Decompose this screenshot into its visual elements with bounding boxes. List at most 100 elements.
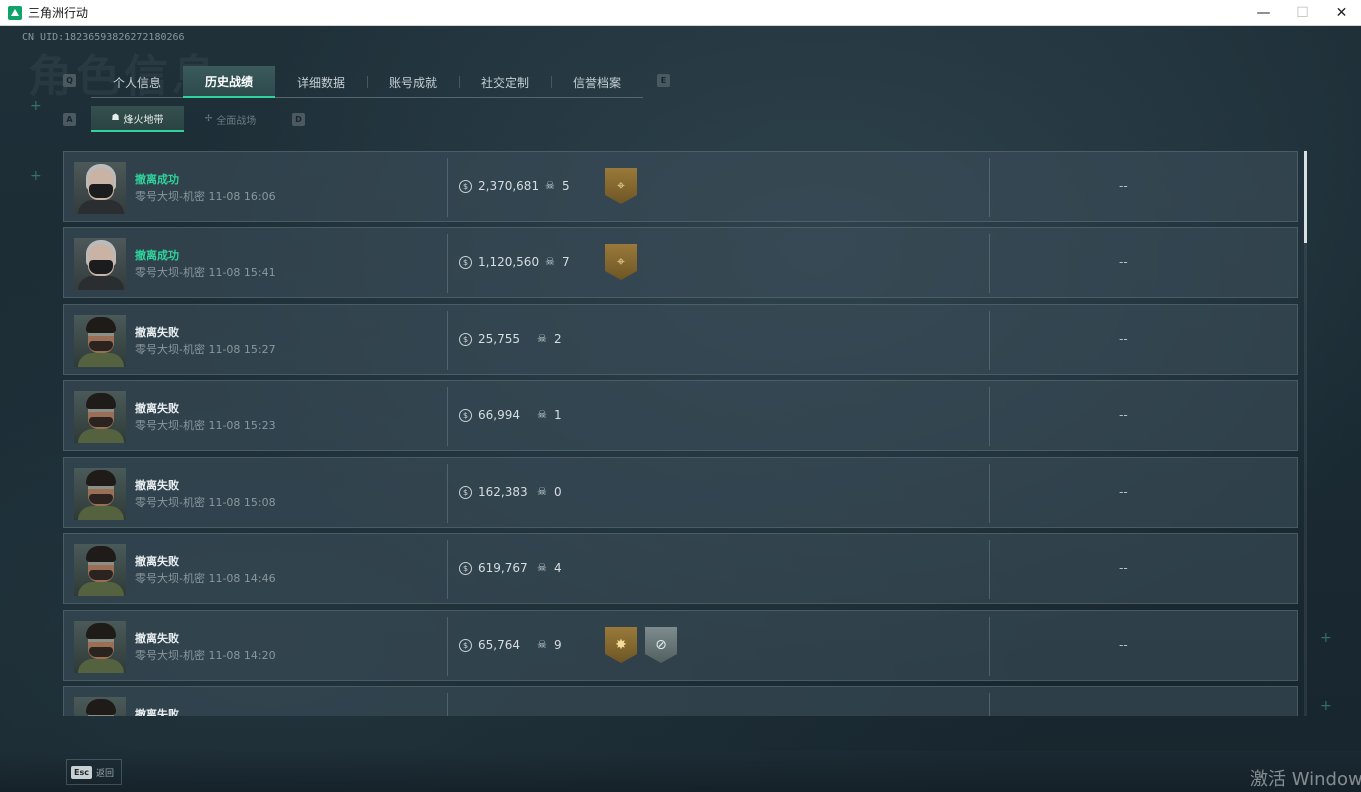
- operator-avatar: [74, 697, 126, 716]
- star-burst-medal-icon[interactable]: ✸: [605, 627, 637, 663]
- kill-count: 2: [554, 332, 562, 346]
- skull-icon: ☠: [545, 255, 555, 268]
- window-titlebar: 三角洲行动 — ☐ ✕: [0, 0, 1361, 26]
- column-divider: [447, 617, 448, 676]
- match-record-row[interactable]: 撤离失败 零号大坝-机密 11-08 15:08 $ 162,383 ☠ 0 -…: [63, 457, 1298, 528]
- match-history-list[interactable]: 撤离成功 零号大坝-机密 11-08 16:06 $ 2,370,681 ☠ 5…: [63, 151, 1298, 716]
- column-divider: [989, 464, 990, 523]
- skull-icon: ☠: [545, 179, 555, 192]
- loot-value: 162,383: [478, 485, 528, 499]
- column-divider: [989, 693, 990, 716]
- loot-value: 66,994: [478, 408, 520, 422]
- column-divider: [447, 693, 448, 716]
- loot-value: 65,764: [478, 638, 520, 652]
- extraction-status: 撤离失败: [135, 326, 179, 339]
- crosshair-medal-icon[interactable]: ⌖: [605, 244, 637, 280]
- tab-match-history[interactable]: 历史战绩: [183, 66, 275, 98]
- kill-count: 7: [562, 255, 570, 269]
- key-hint-next-subtab[interactable]: D: [292, 113, 305, 126]
- map-and-time: 零号大坝-机密 11-08 15:41: [135, 266, 276, 279]
- kill-count: 0: [554, 485, 562, 499]
- app-logo-icon: [8, 5, 22, 20]
- extra-info: --: [1119, 485, 1128, 499]
- kill-count: 1: [554, 408, 562, 422]
- loot-value: 619,767: [478, 561, 528, 575]
- extraction-status: 撤离失败: [135, 708, 179, 716]
- coin-icon: $: [459, 333, 472, 346]
- extra-info: --: [1119, 638, 1128, 652]
- window-controls: — ☐ ✕: [1244, 0, 1361, 26]
- tab-personal-info[interactable]: 个人信息: [91, 66, 183, 98]
- extra-info: --: [1119, 255, 1128, 269]
- column-divider: [989, 158, 990, 217]
- back-button[interactable]: Esc 返回: [66, 759, 122, 785]
- operator-avatar: [74, 315, 126, 367]
- window-title: 三角洲行动: [28, 6, 89, 20]
- coin-icon: $: [459, 486, 472, 499]
- tab-account-achievements[interactable]: 账号成就: [367, 66, 459, 98]
- decor-plus-icon: +: [30, 168, 42, 184]
- column-divider: [447, 234, 448, 293]
- skull-icon: ☠: [537, 561, 547, 574]
- extra-info: --: [1119, 179, 1128, 193]
- extraction-status: 撤离成功: [135, 173, 179, 186]
- column-divider: [447, 387, 448, 446]
- minimize-button[interactable]: —: [1244, 0, 1283, 26]
- decor-plus-icon: +: [1320, 630, 1332, 646]
- hazard-zone-icon: ☗: [111, 113, 120, 123]
- subtab-label: 全面战场: [216, 115, 257, 127]
- key-hint-next-tab[interactable]: E: [657, 74, 670, 87]
- esc-key-icon: Esc: [71, 765, 92, 779]
- operator-avatar: [74, 468, 126, 520]
- tab-reputation-record[interactable]: 信誉档案: [551, 66, 643, 98]
- match-record-row[interactable]: 撤离失败 零号大坝-机密 11-08 15:27 $ 25,755 ☠ 2 --: [63, 304, 1298, 375]
- list-scrollbar[interactable]: [1304, 151, 1307, 716]
- map-and-time: 零号大坝-机密 11-08 14:20: [135, 649, 276, 662]
- kill-count: 4: [554, 561, 562, 575]
- decor-plus-icon: +: [30, 98, 42, 114]
- subtab-full-battlefield[interactable]: ✢ 全面战场: [184, 106, 277, 132]
- coin-icon: $: [459, 256, 472, 269]
- match-record-row[interactable]: 撤离成功 零号大坝-机密 11-08 16:06 $ 2,370,681 ☠ 5…: [63, 151, 1298, 222]
- match-record-row[interactable]: 撤离失败 零号大坝-机密 11-08 15:23 $ 66,994 ☠ 1 --: [63, 380, 1298, 451]
- extra-info: --: [1119, 408, 1128, 422]
- maximize-button[interactable]: ☐: [1283, 0, 1322, 26]
- column-divider: [989, 540, 990, 599]
- windows-activation-watermark: 激活 Windows: [1250, 769, 1361, 790]
- column-divider: [447, 311, 448, 370]
- operator-avatar: [74, 238, 126, 290]
- subtab-hazard-zone[interactable]: ☗ 烽火地带: [91, 106, 184, 132]
- tab-social-customization[interactable]: 社交定制: [459, 66, 551, 98]
- column-divider: [989, 234, 990, 293]
- key-hint-prev-subtab[interactable]: A: [63, 113, 76, 126]
- operator-avatar: [74, 162, 126, 214]
- extra-info: --: [1119, 561, 1128, 575]
- skull-icon: ☠: [537, 638, 547, 651]
- skull-icon: ☠: [537, 408, 547, 421]
- extraction-status: 撤离失败: [135, 479, 179, 492]
- map-and-time: 零号大坝-机密 11-08 15:08: [135, 496, 276, 509]
- map-and-time: 零号大坝-机密 11-08 16:06: [135, 190, 276, 203]
- crosshair-medal-icon[interactable]: ⌖: [605, 168, 637, 204]
- key-hint-prev-tab[interactable]: Q: [63, 74, 76, 87]
- loot-value: 25,755: [478, 332, 520, 346]
- map-and-time: 零号大坝-机密 11-08 15:27: [135, 343, 276, 356]
- match-record-row[interactable]: 撤离失败 零号大坝-机密 11-08 14:20 $ 65,764 ☠ 9 ✸ …: [63, 610, 1298, 681]
- skull-icon: ☠: [537, 485, 547, 498]
- column-divider: [447, 158, 448, 217]
- scrollbar-thumb[interactable]: [1304, 151, 1307, 243]
- crosshair-medal-icon[interactable]: ⊘: [645, 627, 677, 663]
- coin-icon: $: [459, 180, 472, 193]
- main-tab-bar: 个人信息 历史战绩 详细数据 账号成就 社交定制 信誉档案: [91, 66, 643, 98]
- operator-avatar: [74, 544, 126, 596]
- match-record-row[interactable]: 撤离成功 零号大坝-机密 11-08 15:41 $ 1,120,560 ☠ 7…: [63, 227, 1298, 298]
- match-record-row[interactable]: 撤离失败 零号大坝-机密 11-08 14:46 $ 619,767 ☠ 4 -…: [63, 533, 1298, 604]
- extra-info: --: [1119, 332, 1128, 346]
- operator-avatar: [74, 391, 126, 443]
- battlefield-icon: ✢: [204, 114, 213, 124]
- map-and-time: 零号大坝-机密 11-08 14:46: [135, 572, 276, 585]
- match-record-row[interactable]: 撤离失败: [63, 686, 1298, 716]
- column-divider: [447, 540, 448, 599]
- tab-detailed-data[interactable]: 详细数据: [275, 66, 367, 98]
- close-button[interactable]: ✕: [1322, 0, 1361, 26]
